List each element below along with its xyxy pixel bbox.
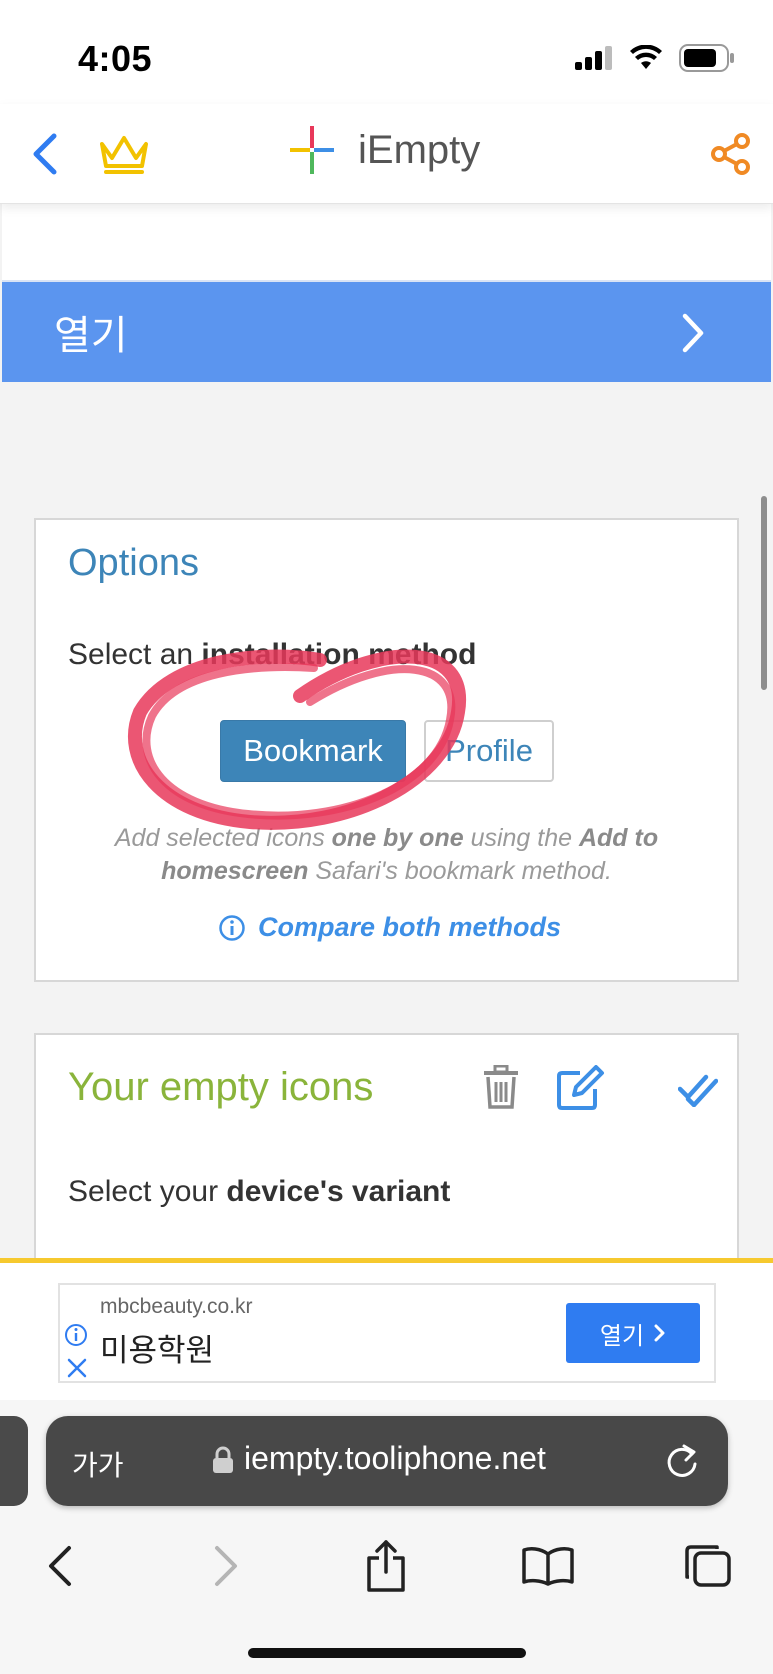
back-button[interactable] bbox=[30, 1536, 90, 1596]
empty-icons-card: Your empty icons Select your device's va… bbox=[34, 1033, 739, 1263]
device-variant-label: Select your device's variant bbox=[68, 1175, 450, 1209]
reload-icon[interactable] bbox=[664, 1442, 700, 1480]
desc-part1: Add selected icons bbox=[114, 824, 332, 852]
edit-icon[interactable] bbox=[556, 1065, 606, 1111]
bookmarks-button[interactable] bbox=[518, 1536, 578, 1596]
ad-open-label: 열기 bbox=[599, 1322, 645, 1350]
home-indicator bbox=[248, 1648, 526, 1658]
variant-bold: device's variant bbox=[226, 1175, 451, 1208]
method-description: Add selected icons one by one using the … bbox=[66, 822, 707, 888]
wifi-icon bbox=[630, 45, 662, 69]
lock-icon bbox=[213, 1446, 233, 1473]
trash-icon[interactable] bbox=[482, 1065, 520, 1109]
crown-icon[interactable] bbox=[96, 132, 152, 176]
select-prefix: Select an bbox=[68, 638, 202, 671]
ad-domain: mbcbeauty.co.kr bbox=[100, 1295, 253, 1318]
desc-part3: Safari's bookmark method. bbox=[308, 857, 612, 885]
status-bar: 4:05 bbox=[0, 0, 773, 104]
safari-toolbar bbox=[0, 1528, 773, 1608]
info-circle-icon bbox=[219, 914, 245, 941]
ad-banner[interactable]: mbcbeauty.co.kr 미용학원 열기 bbox=[58, 1283, 716, 1383]
share-sheet-icon bbox=[367, 1540, 405, 1592]
status-icons bbox=[575, 44, 735, 72]
ad-name: 미용학원 bbox=[100, 1333, 215, 1368]
battery-icon bbox=[679, 44, 734, 72]
forward-button[interactable] bbox=[196, 1536, 256, 1596]
profile-button[interactable]: Profile bbox=[424, 720, 554, 782]
chevron-left-icon bbox=[49, 1546, 71, 1586]
brand-logo-icon bbox=[290, 126, 334, 174]
share-button[interactable] bbox=[356, 1536, 416, 1596]
text-size-button[interactable]: 가가 bbox=[72, 1444, 124, 1484]
installation-method-label: Select an installation method bbox=[68, 638, 476, 672]
select-bold: installation method bbox=[201, 638, 477, 671]
compare-methods-link[interactable]: Compare both methods bbox=[218, 912, 561, 943]
options-title: Options bbox=[68, 542, 199, 584]
ad-open-button[interactable]: 열기 bbox=[566, 1303, 700, 1363]
share-icon[interactable] bbox=[709, 132, 753, 176]
compare-link-label: Compare both methods bbox=[258, 912, 562, 942]
bookmark-button[interactable]: Bookmark bbox=[220, 720, 406, 782]
top-white-band bbox=[2, 204, 771, 280]
open-banner[interactable]: 열기 bbox=[2, 280, 771, 382]
tabs-icon bbox=[685, 1545, 731, 1587]
previous-tab-stub[interactable] bbox=[0, 1416, 28, 1506]
chevron-right-icon bbox=[654, 1324, 665, 1342]
tabs-button[interactable] bbox=[678, 1536, 738, 1596]
open-banner-label: 열기 bbox=[54, 314, 128, 358]
desc-bold1: one by one bbox=[331, 824, 464, 852]
open-book-icon bbox=[522, 1547, 574, 1586]
address-bar[interactable]: 가가 iempty.tooliphone.net bbox=[46, 1416, 728, 1506]
back-chevron-icon[interactable] bbox=[24, 128, 68, 180]
desc-part2: using the bbox=[463, 824, 579, 852]
chevron-right-icon bbox=[682, 313, 704, 353]
cellular-signal-icon bbox=[575, 46, 612, 70]
safari-bottom-bar: 가가 iempty.tooliphone.net bbox=[0, 1400, 773, 1674]
ad-info-icon[interactable] bbox=[64, 1323, 88, 1347]
options-card: Options Select an installation method Bo… bbox=[34, 518, 739, 982]
app-header: iEmpty bbox=[0, 104, 773, 204]
method-button-group: Bookmark Profile bbox=[220, 720, 554, 782]
page-scrollbar[interactable] bbox=[761, 496, 767, 690]
ad-banner-area: mbcbeauty.co.kr 미용학원 열기 bbox=[0, 1258, 773, 1400]
screen: 4:05 iEmpty 열기 Options Select an install… bbox=[0, 0, 773, 1674]
empty-icons-title: Your empty icons bbox=[68, 1065, 374, 1109]
variant-prefix: Select your bbox=[68, 1175, 227, 1208]
url-text: iempty.tooliphone.net bbox=[244, 1440, 546, 1476]
app-title: iEmpty bbox=[358, 127, 481, 172]
double-check-icon[interactable] bbox=[678, 1071, 718, 1107]
status-time: 4:05 bbox=[78, 38, 153, 79]
chevron-right-icon bbox=[215, 1546, 237, 1586]
ad-close-icon[interactable] bbox=[66, 1357, 88, 1379]
brand: iEmpty bbox=[290, 124, 480, 176]
